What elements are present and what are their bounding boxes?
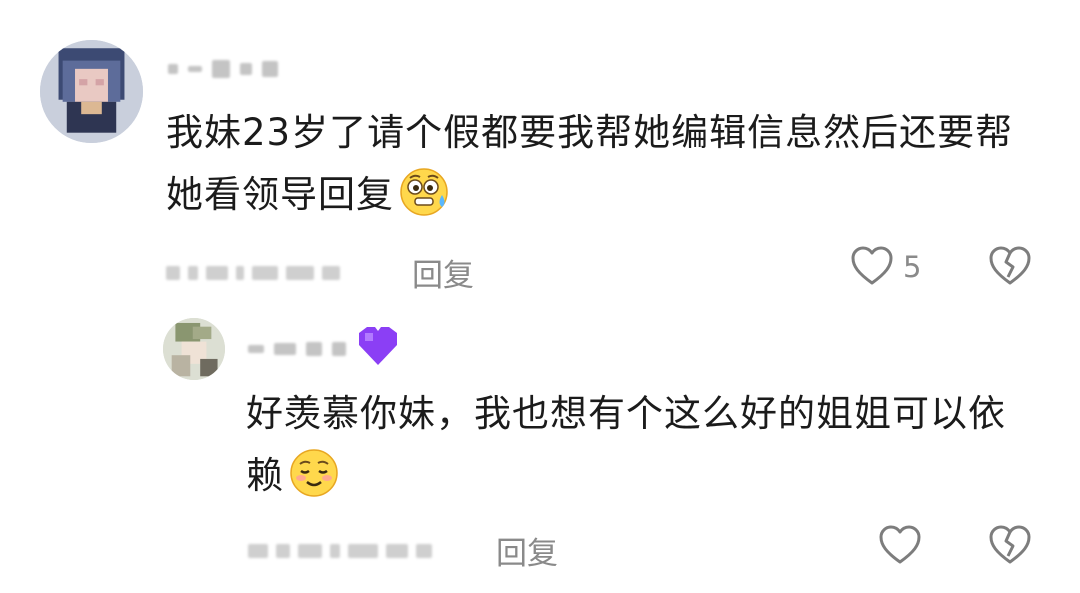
broken-heart-icon[interactable] xyxy=(988,245,1032,287)
replier-avatar[interactable] xyxy=(163,318,225,380)
reply-button[interactable]: 回复 xyxy=(496,528,558,573)
broken-heart-icon[interactable] xyxy=(988,524,1032,566)
reply-button[interactable]: 回复 xyxy=(412,250,474,295)
reply-meta: 回复 xyxy=(248,528,558,573)
like-count: 5 xyxy=(903,250,922,284)
reply-timestamp xyxy=(248,543,432,558)
comment-body: 我妹23岁了请个假都要我帮她编辑信息然后还要帮她看领导回复 xyxy=(166,102,1046,226)
comment-timestamp xyxy=(166,265,340,280)
commenter-avatar[interactable] xyxy=(40,40,143,143)
smiling-blush-emoji xyxy=(288,446,340,498)
commenter-username[interactable] xyxy=(168,58,278,80)
reply-body: 好羡慕你妹，我也想有个这么好的姐姐可以依赖 xyxy=(246,383,1026,507)
replier-username[interactable] xyxy=(248,338,346,360)
purple-heart-icon xyxy=(355,325,401,371)
comment-meta: 回复 xyxy=(166,250,474,295)
anxious-sweat-emoji xyxy=(398,165,450,217)
comment-text: 我妹23岁了请个假都要我帮她编辑信息然后还要帮她看领导回复 xyxy=(166,111,1014,216)
heart-outline-icon[interactable] xyxy=(850,245,894,287)
reply-text: 好羡慕你妹，我也想有个这么好的姐姐可以依赖 xyxy=(246,392,1006,497)
heart-outline-icon[interactable] xyxy=(878,524,922,566)
